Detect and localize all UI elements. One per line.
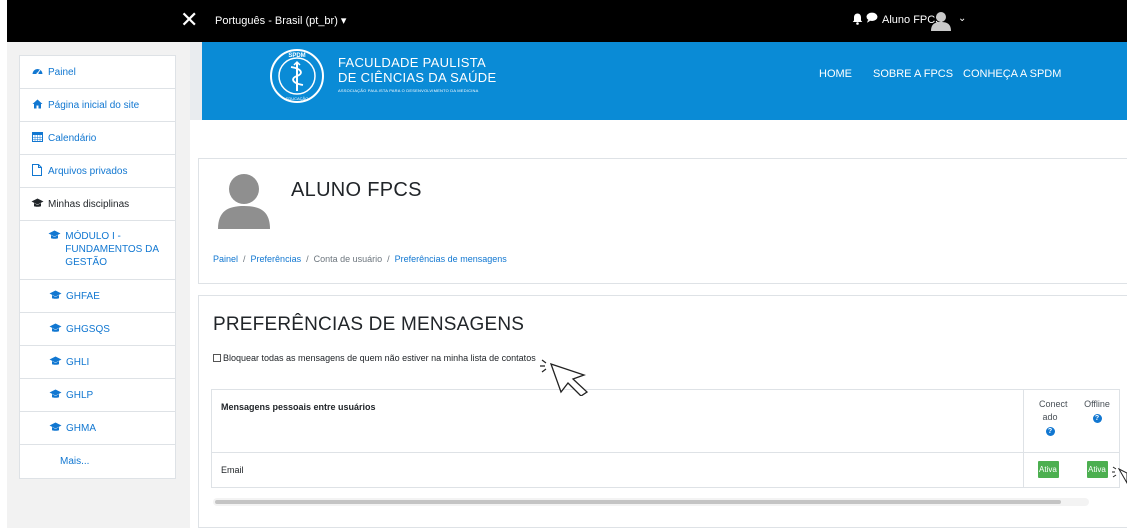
nav-item-label: GHMA [66,422,96,434]
checkbox-label: Bloquear todas as mensagens de quem não … [223,353,536,363]
chat-icon[interactable] [866,12,878,26]
nav-more-link[interactable]: Mais... [20,445,175,478]
nav-item-private-files[interactable]: Arquivos privados [20,155,175,188]
nav-item-label: GHLP [66,389,94,401]
brand-name-line1: FACULDADE PAULISTA [338,55,486,70]
dashboard-icon [30,66,44,79]
column-online: Conect ado ? [1030,398,1070,437]
column-divider [1023,390,1024,487]
brand-tagline: ASSOCIAÇÃO PAULISTA PARA O DESENVOLVIMEN… [338,88,479,93]
breadcrumb-separator: / [243,254,246,264]
nav-item-label: Arquivos privados [48,165,128,177]
table-row: Email Ativa Ativa [212,453,1119,487]
nav-drawer: Painel Página inicial do site Calendário… [0,42,190,528]
column-online-label: Conect ado [1039,399,1068,422]
graduation-cap-icon [48,290,62,303]
column-offline-label: Offline [1084,399,1110,409]
graduation-cap-icon [48,389,62,402]
pointer-cursor-icon [539,356,599,401]
close-icon[interactable]: ✕ [180,9,198,31]
brand-name-line2: DE CIÊNCIAS DA SAÚDE [338,70,497,85]
nav-item-label: Página inicial do site [48,99,140,111]
nav-item-label: MÓDULO I - FUNDAMENTOS DA GESTÃO [65,231,159,268]
menu-home[interactable]: HOME [819,68,852,80]
nav-course-ghma[interactable]: GHMA [20,412,175,445]
brand-header: SPDM EDUCAÇÃO FACULDADE PAULISTA DE CIÊN… [202,42,1127,120]
chevron-down-icon[interactable]: ⌄ [958,13,966,24]
breadcrumb-preferences[interactable]: Preferências [251,254,302,264]
avatar[interactable] [930,11,952,31]
bell-icon[interactable] [852,13,863,28]
file-icon [30,163,44,179]
logo-top-text: SPDM [288,53,305,59]
graduation-cap-icon [48,323,62,336]
window-edge [0,0,7,42]
language-selector[interactable]: Português - Brasil (pt_br) ▾ [215,14,346,27]
graduation-cap-icon [48,422,62,435]
nav-item-home[interactable]: Página inicial do site [20,89,175,122]
email-online-toggle[interactable]: Ativa [1038,461,1059,478]
breadcrumb-separator: / [387,254,390,264]
nav-item-calendar[interactable]: Calendário [20,122,175,155]
table-header-row: Mensagens pessoais entre usuários Conect… [212,390,1119,453]
nav-item-label: GHGSQS [66,323,110,335]
logo-bottom-text: EDUCAÇÃO [286,96,309,101]
nav-list: Painel Página inicial do site Calendário… [19,55,176,479]
row-label: Email [221,465,244,475]
nav-item-label: GHLI [66,356,90,368]
pointer-cursor-icon [1112,465,1127,490]
nav-item-label: Painel [48,66,76,78]
breadcrumb-separator: / [306,254,309,264]
profile-name: ALUNO FPCS [291,179,422,201]
calendar-icon [30,131,44,145]
preferences-table: Mensagens pessoais entre usuários Conect… [211,389,1120,488]
window-edge [0,42,7,528]
graduation-cap-icon [30,198,44,211]
nav-item-label: Minhas disciplinas [48,198,130,210]
breadcrumb-account: Conta de usuário [313,254,383,264]
nav-course-ghgsqs[interactable]: GHGSQS [20,313,175,346]
email-offline-toggle[interactable]: Ativa [1087,461,1108,478]
nav-course-ghli[interactable]: GHLI [20,346,175,379]
nav-item-label: Calendário [48,132,97,144]
breadcrumb-painel[interactable]: Painel [213,254,238,264]
nav-course-ghlp[interactable]: GHLP [20,379,175,412]
avatar[interactable] [213,169,275,231]
graduation-cap-icon [48,230,61,243]
nav-course-modulo-i[interactable]: MÓDULO I - FUNDAMENTOS DA GESTÃO [20,221,175,280]
help-icon[interactable]: ? [1092,414,1102,423]
horizontal-scrollbar[interactable] [213,498,1089,506]
nav-item-painel[interactable]: Painel [20,56,175,89]
checkbox-box[interactable] [213,354,221,362]
nav-item-my-courses[interactable]: Minhas disciplinas [20,188,175,221]
profile-header: ALUNO FPCS Painel / Preferências / Conta de … [198,158,1127,284]
menu-about[interactable]: SOBRE A FPCS [873,68,953,80]
scrollbar-thumb[interactable] [215,500,1061,504]
graduation-cap-icon [48,356,62,369]
home-icon [30,99,44,112]
breadcrumb-message-prefs[interactable]: Preferências de mensagens [395,254,507,264]
page-title: PREFERÊNCIAS DE MENSAGENS [213,314,525,335]
column-offline: Offline ? [1077,398,1117,424]
nav-course-ghfae[interactable]: GHFAE [20,280,175,313]
block-non-contacts-checkbox[interactable]: Bloquear todas as mensagens de quem não … [213,353,536,363]
section-header: Mensagens pessoais entre usuários [221,402,376,412]
breadcrumb: Painel / Preferências / Conta de usuário / Pre… [213,254,507,264]
message-preferences-card: PREFERÊNCIAS DE MENSAGENS Bloquear todas… [198,295,1127,528]
spdm-logo[interactable]: SPDM EDUCAÇÃO [269,48,325,104]
top-navbar: ✕ Português - Brasil (pt_br) ▾ Aluno FPC… [0,0,1127,42]
nav-item-label: GHFAE [66,290,100,302]
menu-spdm[interactable]: CONHEÇA A SPDM [963,68,1061,80]
help-icon[interactable]: ? [1045,427,1055,436]
